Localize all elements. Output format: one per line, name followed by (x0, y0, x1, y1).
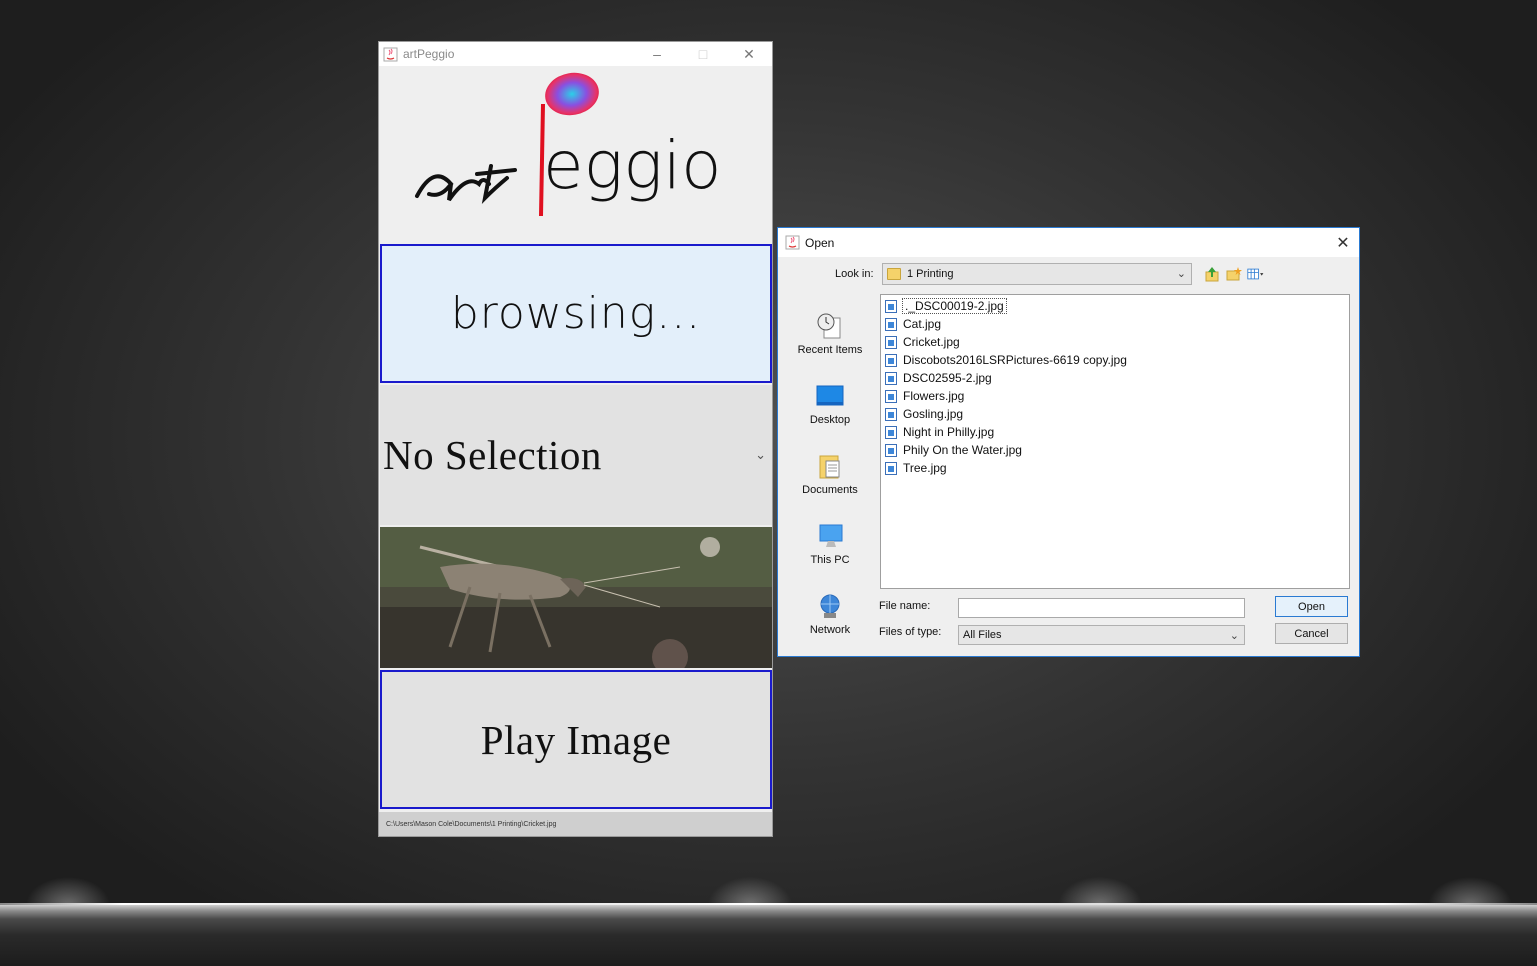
image-file-icon (885, 443, 897, 457)
chevron-down-icon: ⌄ (1229, 630, 1239, 642)
place-documents[interactable]: Documents (786, 444, 874, 504)
folder-icon (887, 268, 901, 280)
image-file-icon (885, 353, 897, 367)
list-item[interactable]: Cricket.jpg (885, 333, 1349, 351)
image-file-icon (885, 461, 897, 475)
cancel-button[interactable]: Cancel (1275, 623, 1348, 644)
place-label: Documents (802, 484, 858, 496)
image-file-icon (885, 425, 897, 439)
image-file-icon (885, 317, 897, 331)
minimize-button[interactable]: – (634, 42, 680, 66)
open-dialog: Open ✕ Look in: 1 Printing ⌄ Recent Item… (777, 227, 1360, 657)
image-file-icon (885, 407, 897, 421)
chevron-down-icon: ⌄ (1176, 268, 1186, 280)
list-item[interactable]: Tree.jpg (885, 459, 1349, 477)
place-desktop[interactable]: Desktop (786, 374, 874, 434)
documents-icon (814, 452, 846, 480)
app-titlebar[interactable]: artPeggio – □ ✕ (379, 42, 772, 66)
open-button[interactable]: Open (1275, 596, 1348, 617)
image-file-icon (885, 389, 897, 403)
dialog-title: Open (805, 235, 835, 250)
new-folder-icon[interactable] (1225, 265, 1243, 283)
dialog-close-icon[interactable]: ✕ (1333, 233, 1353, 253)
place-label: Recent Items (797, 344, 863, 356)
file-name-field[interactable] (958, 598, 1245, 618)
recent-items-icon (814, 312, 846, 340)
list-item[interactable]: Phily On the Water.jpg (885, 441, 1349, 459)
files-of-type-dropdown[interactable]: All Files ⌄ (958, 625, 1245, 645)
chevron-down-icon: ⌄ (755, 447, 766, 462)
up-folder-icon[interactable] (1203, 265, 1221, 283)
list-item[interactable]: Discobots2016LSRPictures-6619 copy.jpg (885, 351, 1349, 369)
browse-button[interactable]: browsing... (380, 244, 772, 383)
close-button[interactable]: ✕ (726, 42, 772, 66)
list-item[interactable]: ._DSC00019-2.jpg (885, 297, 1349, 315)
artpeggio-logo: eggio (379, 66, 772, 243)
look-in-value: 1 Printing (907, 268, 954, 280)
maximize-button[interactable]: □ (680, 42, 726, 66)
network-icon (814, 592, 846, 620)
place-label: Desktop (809, 414, 851, 426)
list-item[interactable]: Flowers.jpg (885, 387, 1349, 405)
view-menu-icon[interactable] (1247, 265, 1265, 283)
selection-dropdown[interactable]: No Selection ⌄ (380, 385, 772, 525)
play-image-button[interactable]: Play Image (380, 670, 772, 809)
image-file-icon (885, 335, 897, 349)
desktop-floor (0, 905, 1537, 966)
image-file-icon (885, 371, 897, 385)
look-in-label: Look in: (835, 268, 874, 280)
files-of-type-label: Files of type: (879, 626, 942, 638)
places-sidebar: Recent Items Desktop Documents This PC N… (786, 294, 874, 636)
place-label: This PC (810, 554, 850, 566)
image-preview (380, 527, 772, 668)
list-item[interactable]: Gosling.jpg (885, 405, 1349, 423)
selection-value: No Selection (383, 432, 602, 478)
java-icon (383, 47, 398, 62)
desktop-icon (814, 382, 846, 410)
dialog-titlebar[interactable]: Open ✕ (778, 228, 1359, 257)
this-pc-icon (814, 522, 846, 550)
file-list[interactable]: ._DSC00019-2.jpg Cat.jpg Cricket.jpg Dis… (880, 294, 1350, 589)
place-this-pc[interactable]: This PC (786, 514, 874, 574)
place-label: Network (809, 624, 851, 636)
status-path: C:\Users\Mason Cole\Documents\1 Printing… (379, 812, 772, 836)
files-of-type-value: All Files (963, 629, 1002, 641)
list-item[interactable]: Night in Philly.jpg (885, 423, 1349, 441)
artpeggio-window: artPeggio – □ ✕ eggio browsing... No Sel… (378, 41, 773, 837)
java-icon (785, 235, 800, 250)
look-in-dropdown[interactable]: 1 Printing ⌄ (882, 263, 1192, 285)
image-file-icon (885, 299, 897, 313)
list-item[interactable]: DSC02595-2.jpg (885, 369, 1349, 387)
svg-text:eggio: eggio (543, 127, 722, 204)
app-title: artPeggio (403, 47, 455, 61)
place-recent-items[interactable]: Recent Items (786, 304, 874, 364)
list-item[interactable]: Cat.jpg (885, 315, 1349, 333)
file-name-label: File name: (879, 600, 931, 612)
place-network[interactable]: Network (786, 584, 874, 644)
